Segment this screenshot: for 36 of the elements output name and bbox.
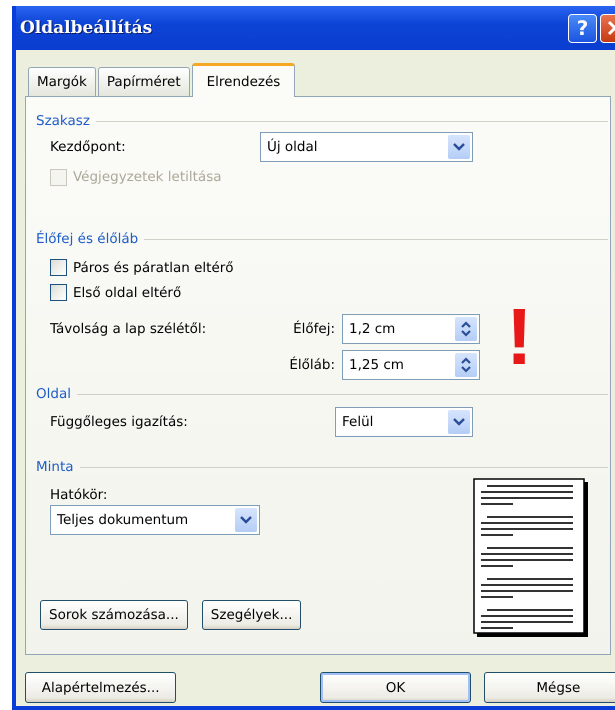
tab[interactable]: Elrendezés <box>192 63 296 97</box>
section-heading: Oldal <box>36 386 71 402</box>
field-label: Távolság a lap szélétől: <box>50 321 208 337</box>
dialog-button[interactable]: Alapértelmezés... <box>25 672 176 703</box>
tab[interactable]: Margók <box>28 67 96 96</box>
field-label: Kezdőpont: <box>50 139 127 155</box>
chevron-down-icon <box>453 418 465 426</box>
checkbox[interactable] <box>50 284 67 301</box>
field-label: Élőfej: <box>292 321 335 337</box>
window-title: Oldalbeállítás <box>20 18 152 38</box>
chevron-down-icon <box>240 516 252 524</box>
dropdown[interactable]: Felül <box>335 407 473 437</box>
tab[interactable]: Papírméret <box>98 67 190 96</box>
dialog-button[interactable]: Mégse <box>484 672 615 703</box>
section-heading: Élőfej és élőláb <box>36 231 138 247</box>
up-down-arrows-icon <box>460 321 472 337</box>
checkbox-label: Végjegyzetek letiltása <box>73 169 222 185</box>
dialog-button[interactable]: Sorok számozása... <box>40 600 188 630</box>
spinner-field[interactable]: 1,2 cm <box>342 314 480 344</box>
dropdown[interactable]: Teljes dokumentum <box>50 505 260 535</box>
up-down-arrows-icon <box>460 357 472 373</box>
field-label: Függőleges igazítás: <box>50 414 189 430</box>
checkbox-label: Első oldal eltérő <box>73 284 182 300</box>
chevron-down-icon <box>453 143 465 151</box>
field-label: Hatókör: <box>50 486 108 505</box>
help-button[interactable]: ? <box>568 14 597 42</box>
dialog-button[interactable]: OK <box>320 672 471 703</box>
checkbox[interactable] <box>50 259 67 276</box>
checkbox-label: Páros és páratlan eltérő <box>73 260 234 276</box>
dropdown[interactable]: Új oldal <box>260 132 473 162</box>
exclamation-mark: ! <box>506 297 533 377</box>
field-label: Élőláb: <box>288 357 335 373</box>
section-heading: Szakasz <box>36 113 90 129</box>
section-heading: Minta <box>36 459 74 475</box>
dialog-button[interactable]: Szegélyek... <box>202 600 302 630</box>
spinner-field[interactable]: 1,25 cm <box>342 350 480 380</box>
